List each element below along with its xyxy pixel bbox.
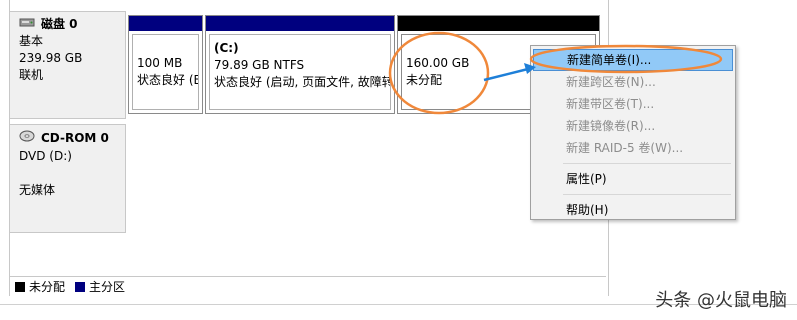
menu-separator (563, 163, 731, 164)
partition-size: 100 MB (137, 56, 183, 70)
unallocated-swatch (15, 281, 25, 292)
menu-new-simple-volume[interactable]: 新建简单卷(I)... (533, 49, 733, 71)
menu-help[interactable]: 帮助(H) (533, 199, 733, 221)
legend-primary: 主分区 (89, 280, 126, 294)
partition-status: 状态良好 (启动, 页面文件, 故障转 (214, 75, 391, 89)
cdrom-0-media: 无媒体 (19, 183, 56, 197)
cdrom-0-type: DVD (D:) (19, 149, 72, 163)
menu-separator (563, 194, 731, 195)
watermark: 头条 @火鼠电脑 (655, 290, 787, 311)
unallocated-bar (398, 16, 599, 31)
legend: 未分配 主分区 (9, 276, 606, 296)
menu-new-raid5-volume[interactable]: 新建 RAID-5 卷(W)... (533, 137, 733, 159)
context-menu: 新建简单卷(I)... 新建跨区卷(N)... 新建带区卷(T)... 新建镜像… (530, 45, 736, 220)
menu-new-spanned-volume[interactable]: 新建跨区卷(N)... (533, 71, 733, 93)
partition-label: (C:) (214, 41, 239, 55)
cd-icon (19, 129, 35, 148)
primary-swatch (75, 281, 86, 292)
partition-c[interactable]: (C:) 79.89 GB NTFS 状态良好 (启动, 页面文件, 故障转 (205, 15, 395, 114)
disk-0-label[interactable]: 磁盘 0 基本 239.98 GB 联机 (9, 11, 126, 119)
disk-0-type: 基本 (19, 34, 44, 48)
primary-partition-bar (129, 16, 202, 31)
menu-new-striped-volume[interactable]: 新建带区卷(T)... (533, 93, 733, 115)
disk-0-name: 磁盘 0 (41, 17, 78, 31)
primary-partition-bar (206, 16, 394, 31)
disk-icon (19, 16, 35, 33)
partition-recovery[interactable]: 100 MB 状态良好 (E (128, 15, 203, 114)
disk-0-size: 239.98 GB (19, 51, 83, 65)
disk-0-status: 联机 (19, 68, 44, 82)
menu-properties[interactable]: 属性(P) (533, 168, 733, 190)
partition-status: 状态良好 (E (137, 73, 199, 87)
cdrom-0-label[interactable]: CD-ROM 0 DVD (D:) 无媒体 (9, 124, 126, 233)
partition-size: 79.89 GB NTFS (214, 58, 305, 72)
menu-new-mirrored-volume[interactable]: 新建镜像卷(R)... (533, 115, 733, 137)
legend-unallocated: 未分配 (29, 280, 66, 294)
cdrom-0-name: CD-ROM 0 (41, 131, 109, 145)
